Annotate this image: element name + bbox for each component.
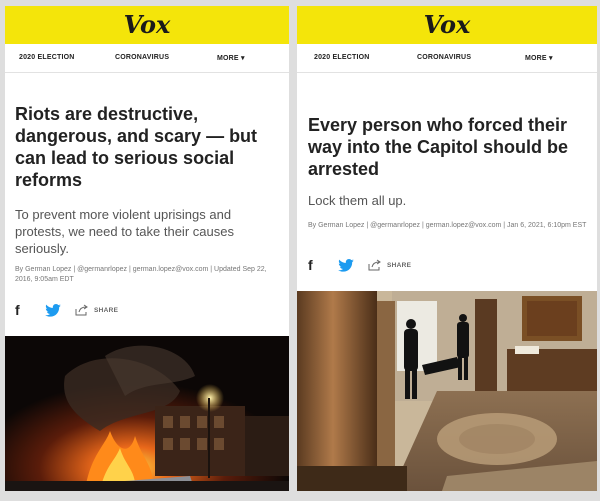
capitol-interior-photo xyxy=(297,291,597,491)
nav-item-2020-election[interactable]: 2020 ELECTION xyxy=(19,54,75,61)
share-arrow-icon xyxy=(75,304,88,316)
share-label: SHARE xyxy=(94,306,119,314)
riot-fire-photo xyxy=(5,336,289,491)
article-byline: By German Lopez | @germanrlopez | german… xyxy=(15,266,267,284)
vox-logo[interactable]: Vox xyxy=(124,13,171,37)
share-button[interactable]: SHARE xyxy=(368,259,411,271)
share-row: f SHARE xyxy=(15,302,118,318)
article-headline: Riots are destructive, dangerous, and sc… xyxy=(15,104,258,190)
article-byline: By German Lopez | @germanrlopez | german… xyxy=(308,222,587,229)
site-header: Vox xyxy=(297,6,597,44)
article-dek: Lock them all up. xyxy=(308,193,407,208)
twitter-icon[interactable] xyxy=(338,257,368,273)
article-headline: Every person who forced their way into t… xyxy=(308,115,569,179)
vox-logo[interactable]: Vox xyxy=(424,13,471,37)
twitter-icon[interactable] xyxy=(45,302,75,318)
share-row: f SHARE xyxy=(308,257,411,273)
facebook-icon[interactable]: f xyxy=(15,302,45,318)
facebook-icon[interactable]: f xyxy=(308,257,338,273)
share-button[interactable]: SHARE xyxy=(75,304,118,316)
left-article-screenshot: Vox 2020 ELECTION CORONAVIRUS MORE Riots… xyxy=(5,6,289,491)
site-header: Vox xyxy=(5,6,289,44)
share-arrow-icon xyxy=(368,259,381,271)
share-label: SHARE xyxy=(387,261,412,269)
article-dek: To prevent more violent uprisings and pr… xyxy=(15,207,234,257)
nav-item-2020-election[interactable]: 2020 ELECTION xyxy=(314,54,370,61)
nav-item-more[interactable]: MORE xyxy=(217,54,245,62)
nav-bar: 2020 ELECTION CORONAVIRUS MORE xyxy=(5,44,289,73)
right-article-screenshot: Vox 2020 ELECTION CORONAVIRUS MORE Every… xyxy=(297,6,597,491)
nav-item-coronavirus[interactable]: CORONAVIRUS xyxy=(115,54,169,61)
nav-bar: 2020 ELECTION CORONAVIRUS MORE xyxy=(297,44,597,73)
nav-item-more[interactable]: MORE xyxy=(525,54,553,62)
nav-item-coronavirus[interactable]: CORONAVIRUS xyxy=(417,54,471,61)
